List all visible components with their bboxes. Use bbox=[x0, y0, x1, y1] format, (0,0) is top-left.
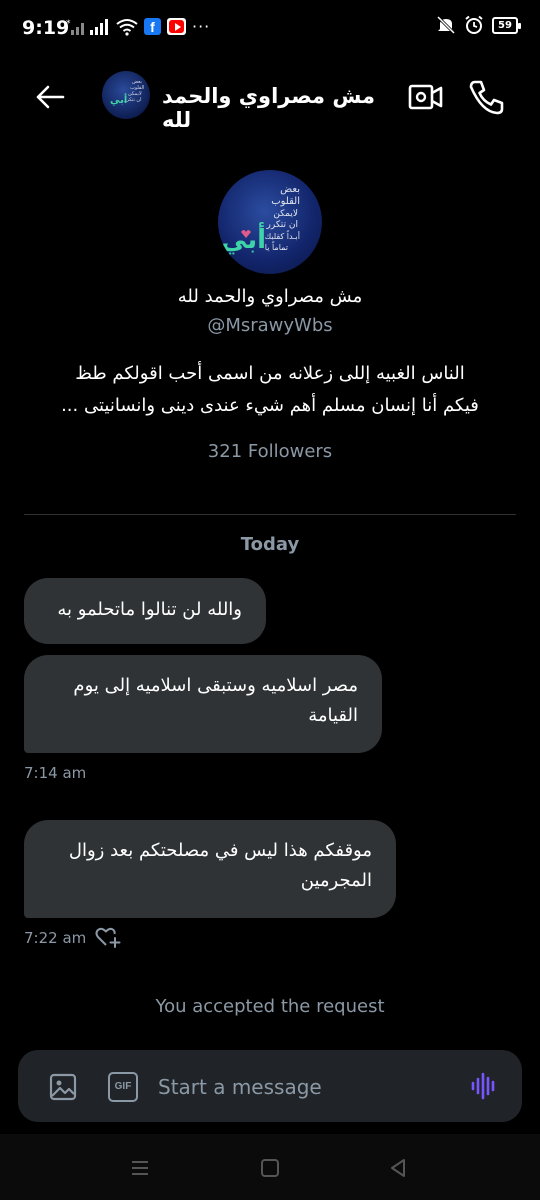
mute-icon bbox=[436, 15, 456, 35]
message-input[interactable] bbox=[158, 1070, 458, 1104]
battery-icon: 59 bbox=[492, 16, 521, 34]
profile-handle[interactable]: @MsrawyWbs bbox=[0, 315, 540, 336]
message-time: 7:22 am bbox=[24, 929, 87, 947]
svg-text:ان تتكرر: ان تتكرر bbox=[266, 220, 298, 230]
avatar-big-text: أبي bbox=[221, 222, 266, 255]
bio-line: فيكم أنا إنسان مسلم أهم شيء عندى دينى وا… bbox=[61, 395, 479, 416]
message-bubble[interactable]: والله لن تنالوا ماتحلمو به bbox=[24, 578, 266, 644]
message-bubble[interactable]: مصر اسلاميه وستبقى اسلاميه إلى يوم القيا… bbox=[24, 655, 382, 753]
profile-avatar-image: بعض القلوب لايمكن ان تتكرر أبـداً كقلبك … bbox=[221, 184, 300, 255]
header-name[interactable]: مش مصراوي والحمد لله bbox=[162, 84, 390, 132]
profile-avatar[interactable]: بعض القلوب لايمكن ان تتكرر أبـداً كقلبك … bbox=[218, 170, 322, 274]
svg-text:أبي: أبي bbox=[110, 93, 127, 106]
heart-plus-icon bbox=[95, 927, 121, 948]
system-navigation-bar bbox=[0, 1134, 540, 1200]
svg-text:لايمكن: لايمكن bbox=[273, 209, 298, 219]
back-arrow-icon bbox=[36, 85, 65, 109]
status-bar: 9:19 * f ··· 59 bbox=[0, 0, 540, 58]
profile-bio: الناس الغبيه إللى زعلانه من اسمى أحب اقو… bbox=[30, 358, 510, 422]
recent-apps-button[interactable] bbox=[128, 1156, 152, 1180]
message-composer: GIF bbox=[18, 1050, 522, 1122]
home-square-icon bbox=[261, 1159, 279, 1177]
conversation-header: بعض القلوب لايمكن ان تتكرر أبي مش مصراوي… bbox=[0, 58, 540, 136]
header-avatar[interactable]: بعض القلوب لايمكن ان تتكرر أبي bbox=[102, 71, 150, 119]
status-right-icons: 59 bbox=[436, 15, 521, 35]
svg-text:بعض: بعض bbox=[280, 184, 300, 195]
divider bbox=[24, 514, 516, 515]
youtube-icon bbox=[167, 18, 186, 35]
request-accepted-note: You accepted the request bbox=[155, 996, 385, 1017]
svg-text:تماماً يا: تماماً يا bbox=[265, 241, 288, 252]
date-separator: Today bbox=[240, 534, 300, 555]
gif-button[interactable]: GIF bbox=[108, 1072, 138, 1102]
back-triangle-icon bbox=[391, 1159, 405, 1177]
followers-count[interactable]: 321 Followers bbox=[0, 441, 540, 462]
svg-text:أبـداً كقلبك: أبـداً كقلبك bbox=[265, 230, 300, 241]
voice-message-button[interactable] bbox=[468, 1070, 500, 1102]
svg-text:القلوب: القلوب bbox=[271, 196, 300, 207]
more-notifications-icon: ··· bbox=[192, 17, 211, 36]
message-time: 7:14 am bbox=[24, 764, 87, 782]
bio-line: الناس الغبيه إللى زعلانه من اسمى أحب اقو… bbox=[75, 363, 465, 384]
wifi-icon bbox=[116, 18, 138, 36]
voice-call-button[interactable] bbox=[466, 78, 506, 118]
back-button[interactable] bbox=[30, 78, 70, 116]
status-time: 9:19 bbox=[22, 17, 70, 39]
svg-text:*: * bbox=[66, 19, 71, 29]
video-camera-icon bbox=[408, 84, 443, 110]
video-call-button[interactable] bbox=[408, 80, 444, 114]
add-image-button[interactable] bbox=[48, 1072, 78, 1102]
alarm-icon bbox=[465, 15, 483, 34]
facebook-icon: f bbox=[144, 18, 161, 35]
phone-icon bbox=[469, 80, 504, 115]
avatar-caption: بعض القلوب لايمكن ان تتكرر أبـداً كقلبك … bbox=[265, 184, 300, 252]
add-reaction-button[interactable] bbox=[95, 925, 121, 949]
message-bubble[interactable]: موقفكم هذا ليس في مصلحتكم بعد زوال المجر… bbox=[24, 820, 396, 918]
back-nav-button[interactable] bbox=[386, 1156, 410, 1180]
menu-icon bbox=[132, 1161, 148, 1175]
home-button[interactable] bbox=[258, 1156, 282, 1180]
audio-waveform-icon bbox=[471, 1072, 495, 1100]
avatar-image: بعض القلوب لايمكن ان تتكرر أبي bbox=[110, 79, 144, 106]
image-icon bbox=[49, 1073, 77, 1101]
status-left-icons: * f ··· bbox=[66, 17, 210, 36]
profile-name[interactable]: مش مصراوي والحمد لله bbox=[0, 286, 540, 307]
signal-icon: * bbox=[66, 18, 108, 35]
